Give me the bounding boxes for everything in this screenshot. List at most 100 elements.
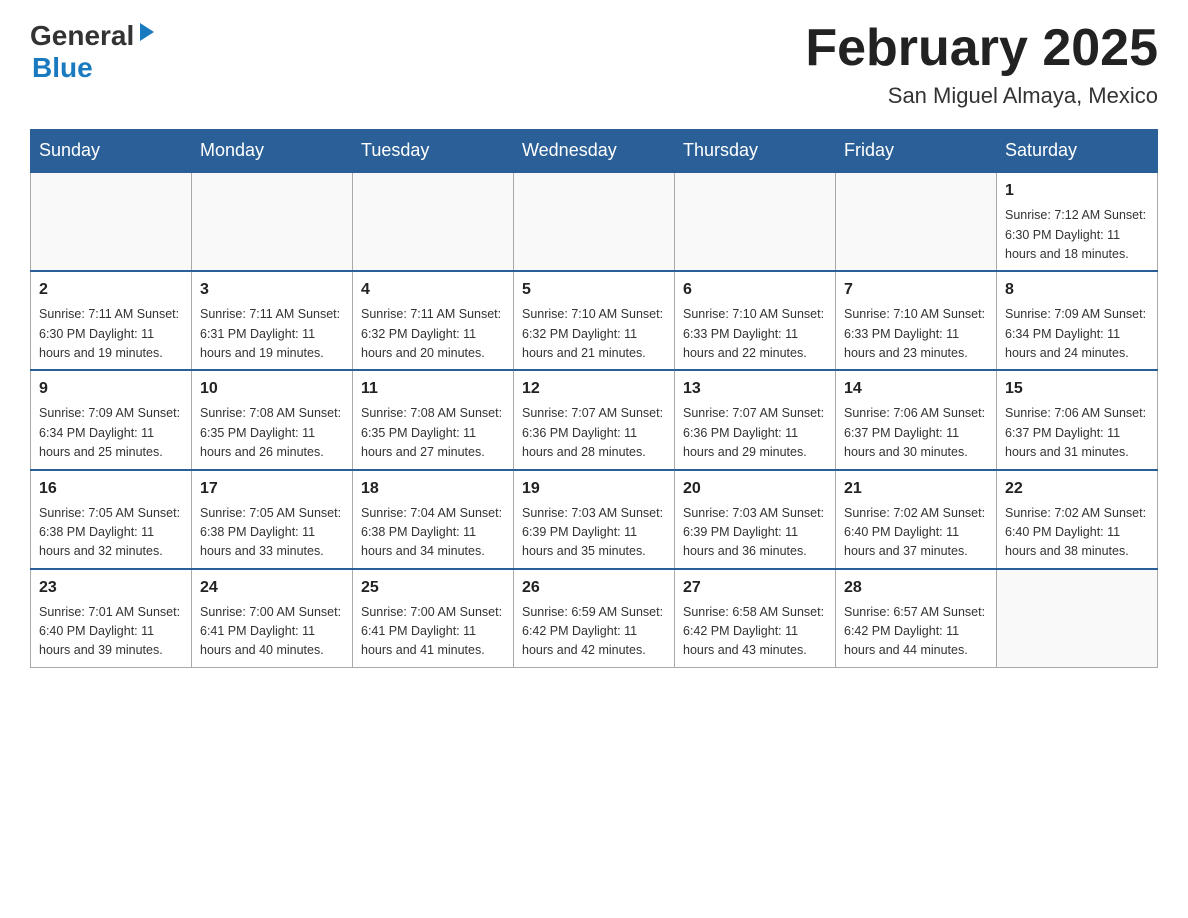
calendar-cell: 17 Sunrise: 7:05 AM Sunset: 6:38 PM Dayli… [192, 470, 353, 569]
calendar-table: SundayMondayTuesdayWednesdayThursdayFrid… [30, 129, 1158, 668]
day-info: Sunrise: 7:07 AM Sunset: 6:36 PM Dayligh… [683, 404, 827, 462]
day-info: Sunrise: 7:03 AM Sunset: 6:39 PM Dayligh… [683, 504, 827, 562]
calendar-cell: 3 Sunrise: 7:11 AM Sunset: 6:31 PM Daylig… [192, 271, 353, 370]
day-number: 2 [39, 278, 183, 302]
calendar-header-thursday: Thursday [675, 130, 836, 173]
day-info: Sunrise: 7:04 AM Sunset: 6:38 PM Dayligh… [361, 504, 505, 562]
calendar-cell: 2 Sunrise: 7:11 AM Sunset: 6:30 PM Daylig… [31, 271, 192, 370]
calendar-header-wednesday: Wednesday [514, 130, 675, 173]
day-number: 13 [683, 377, 827, 401]
calendar-cell [31, 172, 192, 271]
calendar-week-row: 16 Sunrise: 7:05 AM Sunset: 6:38 PM Dayli… [31, 470, 1158, 569]
calendar-cell: 19 Sunrise: 7:03 AM Sunset: 6:39 PM Dayli… [514, 470, 675, 569]
day-info: Sunrise: 6:58 AM Sunset: 6:42 PM Dayligh… [683, 603, 827, 661]
calendar-cell: 13 Sunrise: 7:07 AM Sunset: 6:36 PM Dayli… [675, 370, 836, 469]
calendar-cell: 1 Sunrise: 7:12 AM Sunset: 6:30 PM Daylig… [997, 172, 1158, 271]
calendar-week-row: 23 Sunrise: 7:01 AM Sunset: 6:40 PM Dayli… [31, 569, 1158, 668]
calendar-cell: 21 Sunrise: 7:02 AM Sunset: 6:40 PM Dayli… [836, 470, 997, 569]
calendar-cell [997, 569, 1158, 668]
logo: General Blue [30, 20, 158, 84]
day-info: Sunrise: 6:59 AM Sunset: 6:42 PM Dayligh… [522, 603, 666, 661]
day-number: 5 [522, 278, 666, 302]
day-info: Sunrise: 7:09 AM Sunset: 6:34 PM Dayligh… [39, 404, 183, 462]
day-info: Sunrise: 7:11 AM Sunset: 6:30 PM Dayligh… [39, 305, 183, 363]
day-info: Sunrise: 7:10 AM Sunset: 6:33 PM Dayligh… [844, 305, 988, 363]
day-number: 27 [683, 576, 827, 600]
day-number: 26 [522, 576, 666, 600]
calendar-header-sunday: Sunday [31, 130, 192, 173]
day-number: 4 [361, 278, 505, 302]
calendar-cell: 10Sunrise: 7:08 AM Sunset: 6:35 PM Dayli… [192, 370, 353, 469]
title-block: February 2025 San Miguel Almaya, Mexico [805, 20, 1158, 109]
calendar-week-row: 1 Sunrise: 7:12 AM Sunset: 6:30 PM Daylig… [31, 172, 1158, 271]
day-number: 25 [361, 576, 505, 600]
location-title: San Miguel Almaya, Mexico [805, 83, 1158, 109]
day-info: Sunrise: 7:08 AM Sunset: 6:35 PM Dayligh… [361, 404, 505, 462]
calendar-cell [836, 172, 997, 271]
day-info: Sunrise: 7:02 AM Sunset: 6:40 PM Dayligh… [844, 504, 988, 562]
calendar-header-row: SundayMondayTuesdayWednesdayThursdayFrid… [31, 130, 1158, 173]
logo-arrow-icon [136, 21, 158, 43]
day-number: 16 [39, 477, 183, 501]
page-header: General Blue February 2025 San Miguel Al… [30, 20, 1158, 109]
day-info: Sunrise: 7:11 AM Sunset: 6:32 PM Dayligh… [361, 305, 505, 363]
day-number: 12 [522, 377, 666, 401]
day-info: Sunrise: 7:00 AM Sunset: 6:41 PM Dayligh… [200, 603, 344, 661]
calendar-cell: 15Sunrise: 7:06 AM Sunset: 6:37 PM Dayli… [997, 370, 1158, 469]
calendar-week-row: 9 Sunrise: 7:09 AM Sunset: 6:34 PM Daylig… [31, 370, 1158, 469]
day-number: 17 [200, 477, 344, 501]
day-info: Sunrise: 7:05 AM Sunset: 6:38 PM Dayligh… [200, 504, 344, 562]
day-number: 6 [683, 278, 827, 302]
day-number: 19 [522, 477, 666, 501]
calendar-cell: 28 Sunrise: 6:57 AM Sunset: 6:42 PM Dayli… [836, 569, 997, 668]
day-number: 15 [1005, 377, 1149, 401]
day-number: 7 [844, 278, 988, 302]
day-number: 20 [683, 477, 827, 501]
day-number: 18 [361, 477, 505, 501]
logo-blue-text: Blue [32, 52, 93, 84]
calendar-cell: 23 Sunrise: 7:01 AM Sunset: 6:40 PM Dayli… [31, 569, 192, 668]
calendar-cell: 8Sunrise: 7:09 AM Sunset: 6:34 PM Daylig… [997, 271, 1158, 370]
day-info: Sunrise: 7:10 AM Sunset: 6:33 PM Dayligh… [683, 305, 827, 363]
day-number: 14 [844, 377, 988, 401]
calendar-cell: 20 Sunrise: 7:03 AM Sunset: 6:39 PM Dayli… [675, 470, 836, 569]
day-info: Sunrise: 7:11 AM Sunset: 6:31 PM Dayligh… [200, 305, 344, 363]
calendar-header-monday: Monday [192, 130, 353, 173]
day-number: 21 [844, 477, 988, 501]
logo-general-text: General [30, 20, 134, 52]
day-number: 28 [844, 576, 988, 600]
day-number: 1 [1005, 179, 1149, 203]
month-title: February 2025 [805, 20, 1158, 77]
calendar-cell [514, 172, 675, 271]
calendar-cell: 9 Sunrise: 7:09 AM Sunset: 6:34 PM Daylig… [31, 370, 192, 469]
calendar-cell [675, 172, 836, 271]
calendar-header-tuesday: Tuesday [353, 130, 514, 173]
calendar-cell: 11Sunrise: 7:08 AM Sunset: 6:35 PM Dayli… [353, 370, 514, 469]
calendar-header-saturday: Saturday [997, 130, 1158, 173]
calendar-cell: 16 Sunrise: 7:05 AM Sunset: 6:38 PM Dayli… [31, 470, 192, 569]
day-info: Sunrise: 7:12 AM Sunset: 6:30 PM Dayligh… [1005, 206, 1149, 264]
calendar-cell: 26 Sunrise: 6:59 AM Sunset: 6:42 PM Dayli… [514, 569, 675, 668]
calendar-cell: 5Sunrise: 7:10 AM Sunset: 6:32 PM Daylig… [514, 271, 675, 370]
day-info: Sunrise: 7:09 AM Sunset: 6:34 PM Dayligh… [1005, 305, 1149, 363]
day-number: 10 [200, 377, 344, 401]
day-number: 9 [39, 377, 183, 401]
calendar-header-friday: Friday [836, 130, 997, 173]
calendar-cell: 7 Sunrise: 7:10 AM Sunset: 6:33 PM Daylig… [836, 271, 997, 370]
calendar-cell: 14 Sunrise: 7:06 AM Sunset: 6:37 PM Dayli… [836, 370, 997, 469]
day-info: Sunrise: 7:03 AM Sunset: 6:39 PM Dayligh… [522, 504, 666, 562]
day-info: Sunrise: 7:01 AM Sunset: 6:40 PM Dayligh… [39, 603, 183, 661]
calendar-cell: 27 Sunrise: 6:58 AM Sunset: 6:42 PM Dayli… [675, 569, 836, 668]
day-info: Sunrise: 7:05 AM Sunset: 6:38 PM Dayligh… [39, 504, 183, 562]
calendar-cell: 12Sunrise: 7:07 AM Sunset: 6:36 PM Dayli… [514, 370, 675, 469]
day-info: Sunrise: 7:00 AM Sunset: 6:41 PM Dayligh… [361, 603, 505, 661]
calendar-cell: 6 Sunrise: 7:10 AM Sunset: 6:33 PM Daylig… [675, 271, 836, 370]
day-info: Sunrise: 6:57 AM Sunset: 6:42 PM Dayligh… [844, 603, 988, 661]
day-number: 23 [39, 576, 183, 600]
calendar-cell: 24Sunrise: 7:00 AM Sunset: 6:41 PM Dayli… [192, 569, 353, 668]
day-number: 22 [1005, 477, 1149, 501]
day-number: 3 [200, 278, 344, 302]
calendar-cell [192, 172, 353, 271]
day-info: Sunrise: 7:06 AM Sunset: 6:37 PM Dayligh… [844, 404, 988, 462]
day-info: Sunrise: 7:02 AM Sunset: 6:40 PM Dayligh… [1005, 504, 1149, 562]
